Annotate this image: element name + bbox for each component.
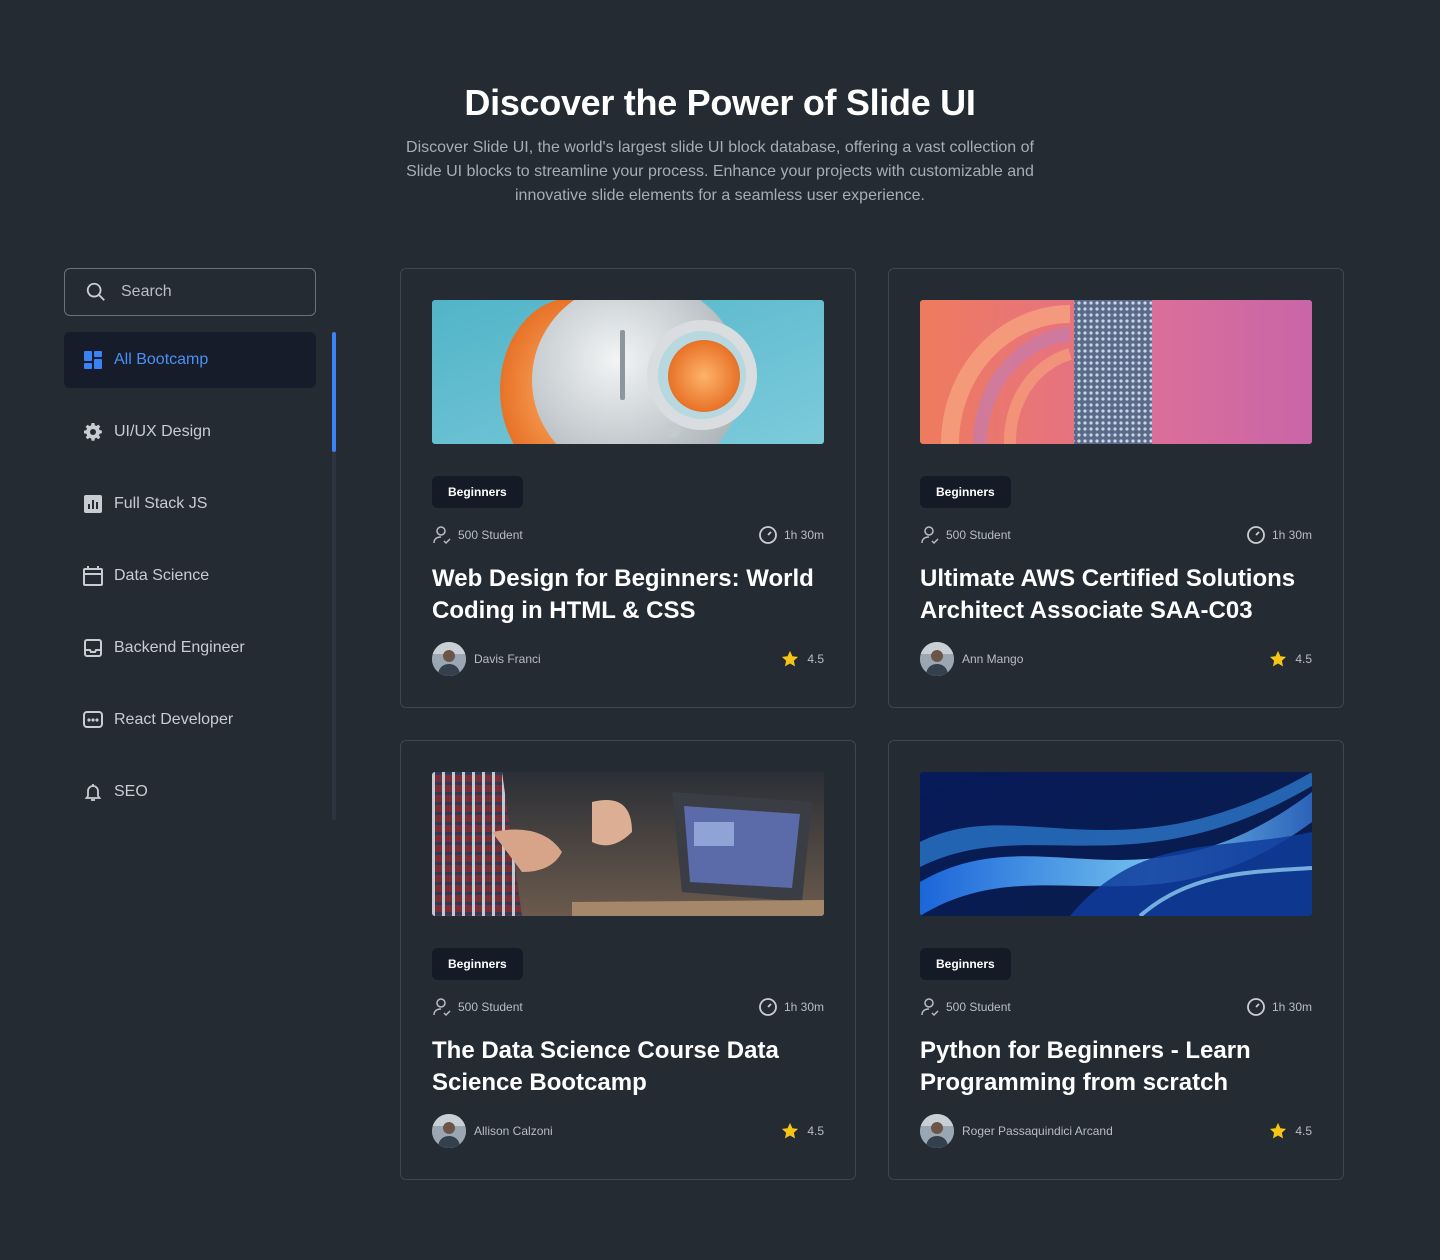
sidebar-item-seo[interactable]: SEO: [64, 764, 316, 820]
sidebar-item-full-stack-js[interactable]: Full Stack JS: [64, 476, 316, 532]
sidebar: All Bootcamp UI/UX Design Full Stack JS …: [64, 268, 336, 836]
course-title[interactable]: Ultimate AWS Certified Solutions Archite…: [920, 563, 1312, 627]
clock-icon: [759, 526, 777, 544]
clock-icon: [759, 998, 777, 1016]
course-card[interactable]: Beginners 500 Student 1h 30m Python for …: [888, 740, 1344, 1180]
course-rating: 4.5: [781, 1122, 824, 1140]
star-icon: [782, 1122, 799, 1139]
sidebar-item-react-developer[interactable]: React Developer: [64, 692, 316, 748]
search-input[interactable]: [121, 283, 291, 301]
sidebar-item-label: React Developer: [114, 711, 234, 728]
gear-icon: [82, 421, 104, 443]
page-subtitle: Discover Slide UI, the world's largest s…: [406, 139, 1034, 204]
avatar: [432, 642, 466, 676]
nav-scrollbar-thumb[interactable]: [332, 332, 336, 452]
students-count: 500 Student: [432, 997, 523, 1017]
inbox-icon: [82, 637, 104, 659]
sidebar-item-backend-engineer[interactable]: Backend Engineer: [64, 620, 316, 676]
level-badge: Beginners: [432, 948, 523, 980]
course-title[interactable]: Python for Beginners - Learn Programming…: [920, 1035, 1312, 1099]
course-duration: 1h 30m: [1246, 997, 1312, 1017]
level-badge: Beginners: [920, 476, 1011, 508]
students-count: 500 Student: [920, 525, 1011, 545]
chat-icon: [82, 709, 104, 731]
avatar: [920, 1114, 954, 1148]
course-title[interactable]: Web Design for Beginners: World Coding i…: [432, 563, 824, 627]
grid-icon: [82, 349, 104, 371]
student-icon: [433, 526, 451, 545]
course-card[interactable]: Beginners 500 Student 1h 30m Ultimate AW…: [888, 268, 1344, 708]
search-box[interactable]: [64, 268, 316, 316]
course-author: Davis Franci: [432, 642, 541, 676]
course-duration: 1h 30m: [758, 525, 824, 545]
course-card[interactable]: Beginners 500 Student 1h 30m Web Design …: [400, 268, 856, 708]
blue-waves-image: [920, 772, 1312, 916]
course-author: Allison Calzoni: [432, 1114, 553, 1148]
abstract-pink-image: [920, 300, 1312, 444]
chart-icon: [82, 493, 104, 515]
sidebar-item-label: Backend Engineer: [114, 639, 245, 656]
sidebar-item-label: UI/UX Design: [114, 423, 211, 440]
course-author: Ann Mango: [920, 642, 1023, 676]
clock-icon: [1247, 998, 1265, 1016]
sidebar-item-label: SEO: [114, 783, 148, 800]
course-duration: 1h 30m: [1246, 525, 1312, 545]
student-icon: [921, 998, 939, 1017]
level-badge: Beginners: [920, 948, 1011, 980]
course-duration: 1h 30m: [758, 997, 824, 1017]
students-count: 500 Student: [432, 525, 523, 545]
sidebar-item-data-science[interactable]: Data Science: [64, 548, 316, 604]
sidebar-item-all-bootcamp[interactable]: All Bootcamp: [64, 332, 316, 388]
sidebar-item-label: All Bootcamp: [114, 351, 209, 368]
students-count: 500 Student: [920, 997, 1011, 1017]
course-rating: 4.5: [1269, 650, 1312, 668]
avatar: [920, 642, 954, 676]
calendar-icon: [82, 565, 104, 587]
star-icon: [782, 650, 799, 667]
hero: Discover the Power of Slide UI Discover …: [0, 80, 1440, 208]
page-title: Discover the Power of Slide UI: [464, 82, 976, 123]
robot-image: [432, 300, 824, 444]
student-icon: [921, 526, 939, 545]
sidebar-item-label: Full Stack JS: [114, 495, 208, 512]
course-rating: 4.5: [781, 650, 824, 668]
laptop-meeting-image: [432, 772, 824, 916]
sidebar-item-label: Data Science: [114, 567, 210, 584]
bell-icon: [82, 781, 104, 803]
sidebar-item-uiux-design[interactable]: UI/UX Design: [64, 404, 316, 460]
clock-icon: [1247, 526, 1265, 544]
course-title[interactable]: The Data Science Course Data Science Boo…: [432, 1035, 824, 1099]
star-icon: [1270, 650, 1287, 667]
level-badge: Beginners: [432, 476, 523, 508]
search-icon: [86, 282, 105, 301]
course-card[interactable]: Beginners 500 Student 1h 30m The Data Sc…: [400, 740, 856, 1180]
course-grid: Beginners 500 Student 1h 30m Web Design …: [400, 268, 1344, 1180]
star-icon: [1270, 1122, 1287, 1139]
student-icon: [433, 998, 451, 1017]
avatar: [432, 1114, 466, 1148]
course-author: Roger Passaquindici Arcand: [920, 1114, 1113, 1148]
category-nav: All Bootcamp UI/UX Design Full Stack JS …: [64, 332, 336, 820]
course-rating: 4.5: [1269, 1122, 1312, 1140]
